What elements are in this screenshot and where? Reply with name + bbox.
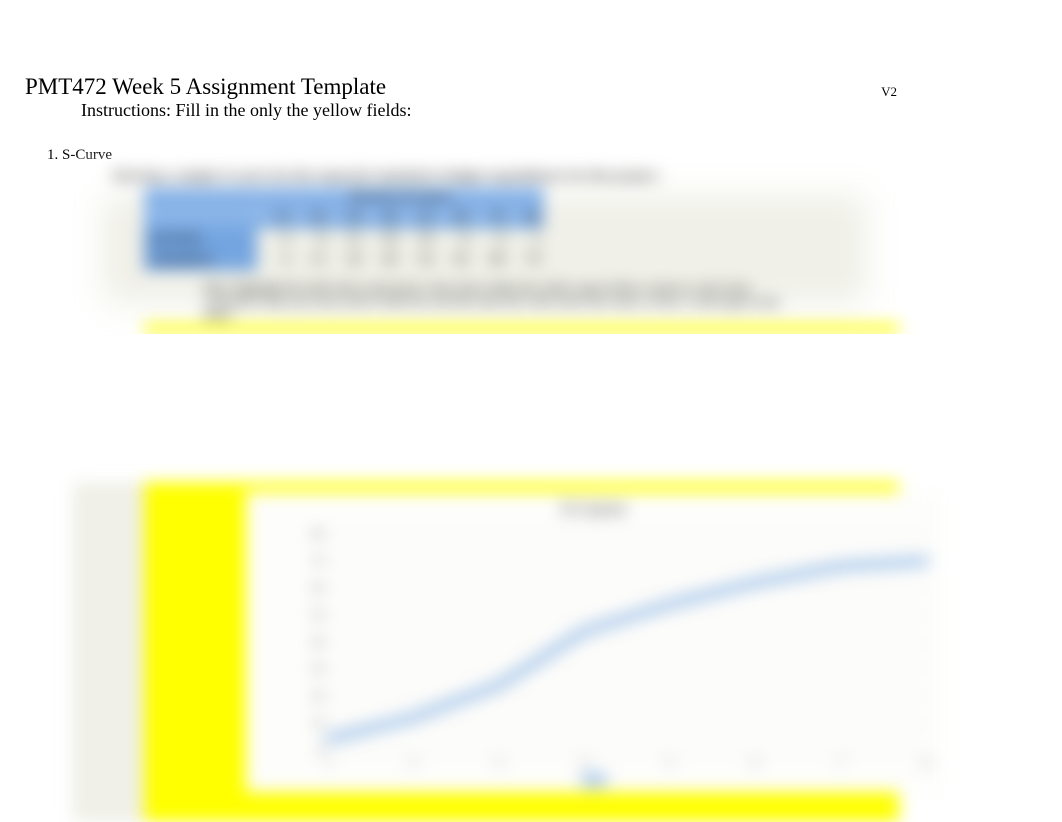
col-header: 80: [508, 207, 544, 228]
legend-marker: [582, 774, 606, 786]
chart-panel: S Curve 0102030405060708012345678: [72, 482, 897, 822]
data-table: Duration (in days) 10 20 30 40 50 60 70 …: [144, 186, 544, 270]
x-tick: 6: [752, 755, 758, 770]
cell: 68: [472, 249, 508, 270]
x-tick: 7: [838, 755, 844, 770]
cell: 4: [257, 228, 293, 249]
col-header: 40: [365, 207, 401, 228]
x-tick: 4: [581, 755, 587, 770]
chart-area: S Curve 0 10 20 30 40 50 60 70 80 1 2 3 4 5 6 7 8: [246, 492, 941, 792]
x-tick: 2: [410, 755, 416, 770]
table-panel: Develop a simple S-curve for the expecte…: [72, 164, 897, 334]
cell: 6: [472, 228, 508, 249]
cell: 8: [293, 228, 329, 249]
cell: 10: [401, 228, 437, 249]
s-curve-line: [328, 534, 926, 750]
yellow-chart-area[interactable]: S Curve 0102030405060708012345678: [144, 482, 899, 822]
cell: 8: [436, 228, 472, 249]
y-tick: 60: [312, 581, 324, 596]
cell: 12: [329, 228, 365, 249]
y-tick: 30: [312, 662, 324, 677]
cell: 24: [329, 249, 365, 270]
cell: 12: [293, 249, 329, 270]
yellow-strip: [144, 324, 899, 333]
y-tick: 40: [312, 635, 324, 650]
develop-instruction: Develop a simple S-curve for the expecte…: [113, 168, 660, 185]
x-tick: 1: [325, 755, 331, 770]
y-tick: 80: [312, 527, 324, 542]
cell: 62: [436, 249, 472, 270]
cell: 54: [401, 249, 437, 270]
x-tick: 5: [667, 755, 673, 770]
cell: 2: [508, 228, 544, 249]
row-label-activities: Activities: [144, 228, 257, 249]
duration-header: Duration (in days): [257, 186, 544, 207]
x-tick: 3: [496, 755, 502, 770]
col-header: 50: [401, 207, 437, 228]
section-heading: 1. S-Curve: [47, 147, 112, 164]
page-title: PMT472 Week 5 Assignment Template: [25, 74, 386, 100]
hint-text: Hint: Highlight the table above and inse…: [204, 281, 799, 322]
row-label-cumulative: Cumulative: [144, 249, 257, 270]
col-header: 60: [436, 207, 472, 228]
y-tick: 10: [312, 716, 324, 731]
instructions-text: Instructions: Fill in the only the yello…: [81, 100, 411, 121]
cell: 44: [365, 249, 401, 270]
version-label: V2: [881, 84, 897, 100]
cell: 70: [508, 249, 544, 270]
x-tick: 8: [923, 755, 929, 770]
col-header: 70: [472, 207, 508, 228]
chart-plot: 0102030405060708012345678: [286, 534, 926, 750]
col-header: 10: [257, 207, 293, 228]
cell: 20: [365, 228, 401, 249]
col-header: 20: [293, 207, 329, 228]
y-tick: 20: [312, 689, 324, 704]
y-tick: 0: [318, 743, 324, 758]
chart-title: S Curve: [246, 492, 941, 521]
col-header: 30: [329, 207, 365, 228]
y-tick: 70: [312, 554, 324, 569]
cell: 4: [257, 249, 293, 270]
y-tick: 50: [312, 608, 324, 623]
